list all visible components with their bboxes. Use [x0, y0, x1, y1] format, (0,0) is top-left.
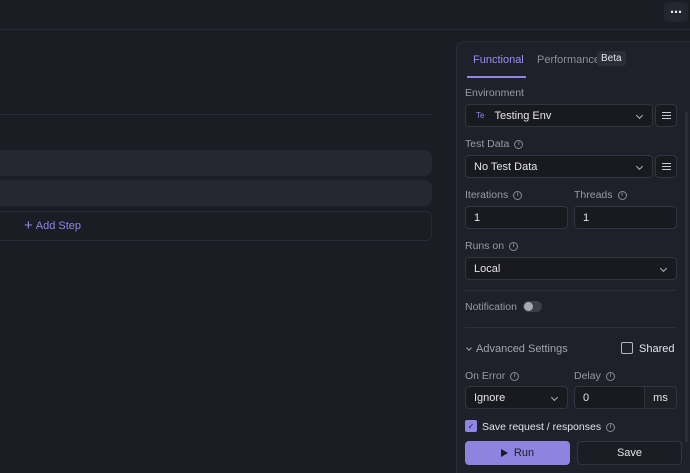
info-icon[interactable]: i [513, 190, 523, 200]
info-icon[interactable]: i [606, 422, 616, 432]
chevron-down-icon [659, 264, 668, 273]
chevron-down-icon [635, 162, 644, 171]
info-icon[interactable]: i [509, 241, 519, 251]
notification-toggle[interactable] [523, 301, 542, 312]
environment-label: Environment [465, 87, 524, 99]
runs-on-label: Runs on i [465, 240, 519, 252]
test-data-label-text: Test Data [465, 138, 510, 150]
shared-label: Shared [639, 343, 675, 355]
scrollbar[interactable] [685, 112, 688, 442]
delay-value: 0 [583, 391, 590, 404]
run-label: Run [513, 447, 535, 459]
delay-unit: ms [645, 386, 677, 409]
iterations-value: 1 [474, 211, 481, 224]
more-options-icon[interactable]: ⋯ [664, 2, 688, 22]
beta-badge: Beta [597, 51, 626, 66]
save-responses-checkbox[interactable]: ✓ [465, 420, 477, 432]
environment-select[interactable]: Te Testing Env [465, 104, 653, 127]
test-data-list-button[interactable] [655, 155, 677, 178]
runs-on-label-text: Runs on [465, 240, 505, 252]
chevron-down-icon [635, 111, 644, 120]
info-icon[interactable]: i [510, 371, 520, 381]
runs-on-select[interactable]: Local [465, 257, 677, 280]
top-bar: ⋯ [0, 0, 690, 30]
info-icon[interactable]: i [617, 190, 627, 200]
run-config-panel: Functional Performance Beta Environment … [456, 41, 690, 473]
check-icon: ✓ [467, 421, 475, 431]
notification-label-text: Notification [465, 301, 517, 313]
info-icon[interactable]: i [605, 371, 615, 381]
play-icon [500, 449, 508, 457]
on-error-value: Ignore [474, 391, 506, 404]
info-icon[interactable]: i [514, 139, 524, 149]
test-data-value: No Test Data [474, 160, 538, 173]
threads-label-text: Threads [574, 189, 613, 201]
chevron-down-icon [466, 345, 472, 351]
threads-value: 1 [583, 211, 590, 224]
test-data-label: Test Data i [465, 138, 524, 150]
steps-editor: + Add Step [0, 30, 440, 473]
test-data-select[interactable]: No Test Data [465, 155, 653, 178]
on-error-select[interactable]: Ignore [465, 386, 568, 409]
on-error-label-text: On Error [465, 370, 506, 382]
step-row[interactable] [0, 150, 432, 176]
section-divider [0, 114, 432, 115]
iterations-label-text: Iterations [465, 189, 509, 201]
divider [465, 290, 677, 291]
delay-label-text: Delay [574, 370, 601, 382]
environment-badge: Te [476, 111, 485, 120]
delay-input[interactable]: 0 [574, 386, 645, 409]
notification-label: Notification [465, 301, 517, 313]
runs-on-value: Local [474, 262, 501, 275]
tab-functional[interactable]: Functional [473, 54, 524, 66]
shared-checkbox[interactable] [621, 342, 633, 354]
step-row[interactable] [0, 180, 432, 206]
threads-label: Threads i [574, 189, 627, 201]
environment-value: Testing Env [494, 109, 552, 122]
environment-list-button[interactable] [655, 104, 677, 127]
add-step-button[interactable]: + Add Step [24, 217, 82, 234]
tab-performance[interactable]: Performance [537, 54, 600, 66]
save-button[interactable]: Save [577, 441, 682, 465]
run-button[interactable]: Run [465, 441, 570, 465]
delay-label: Delay i [574, 370, 615, 382]
add-step-label: Add Step [35, 220, 82, 232]
active-tab-indicator [467, 76, 526, 78]
plus-icon: + [24, 217, 33, 234]
on-error-label: On Error i [465, 370, 520, 382]
advanced-settings-label: Advanced Settings [476, 343, 568, 355]
iterations-label: Iterations i [465, 189, 523, 201]
save-responses-label-text: Save request / responses [482, 421, 602, 433]
save-responses-label: Save request / responses i [482, 421, 616, 433]
iterations-input[interactable]: 1 [465, 206, 568, 229]
divider [465, 327, 677, 328]
threads-input[interactable]: 1 [574, 206, 677, 229]
add-step-row: + Add Step [0, 211, 432, 241]
chevron-down-icon [550, 393, 559, 402]
save-label: Save [616, 447, 643, 459]
advanced-settings-toggle[interactable]: Advanced Settings [466, 343, 568, 355]
environment-label-text: Environment [465, 87, 524, 99]
